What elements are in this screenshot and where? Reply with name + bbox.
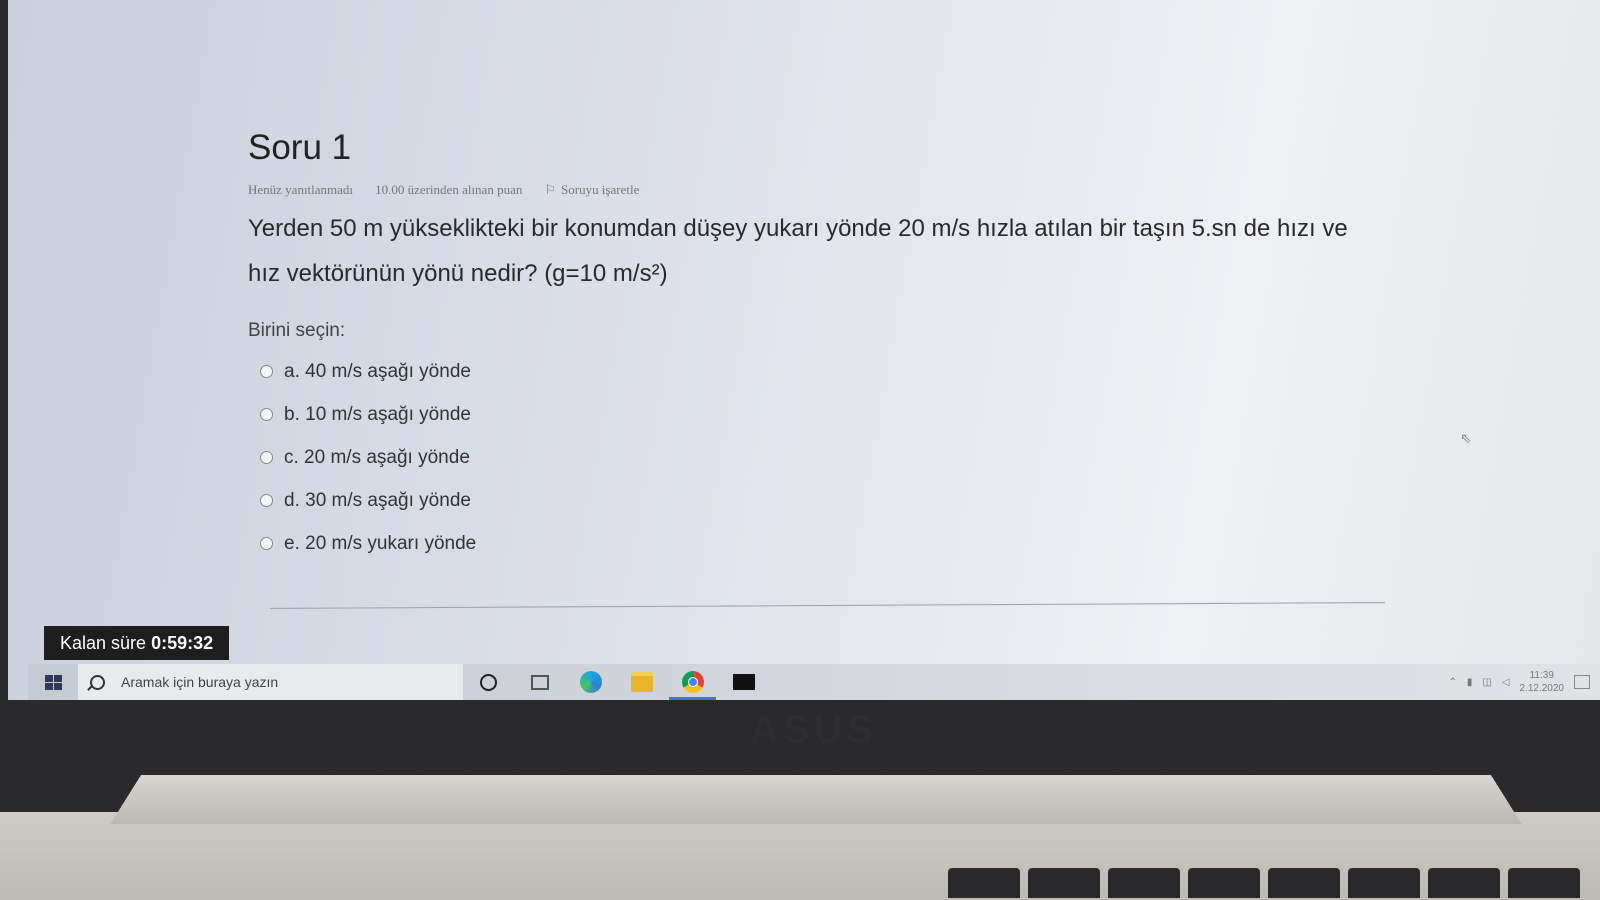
file-explorer-icon: [630, 672, 653, 692]
flag-question-link[interactable]: ⚐ Soruyu işaretle: [544, 182, 639, 198]
quiz-question: Soru 1 Henüz yanıtlanmadı 10.00 üzerinde…: [248, 120, 1388, 565]
choice-prompt: Birini seçin:: [248, 320, 346, 341]
answer-option-b[interactable]: b. 10 m/s aşağı yönde: [260, 393, 1388, 436]
taskbar-clock[interactable]: 11:39 2.12.2020: [1520, 669, 1565, 695]
windows-icon: [44, 674, 62, 690]
radio-button[interactable]: [260, 365, 273, 378]
file-explorer-button[interactable]: [616, 664, 667, 700]
radio-button[interactable]: [260, 451, 273, 464]
cortana-icon: [480, 673, 497, 691]
option-label: a. 40 m/s aşağı yönde: [284, 360, 471, 382]
clock-time: 11:39: [1529, 670, 1554, 681]
answer-status: Henüz yanıtlanmadı: [248, 182, 354, 197]
option-label: d. 30 m/s aşağı yönde: [284, 489, 471, 511]
option-label: e. 20 m/s yukarı yönde: [284, 532, 477, 554]
keyboard-key: [1028, 868, 1100, 898]
keyboard-key: [1268, 868, 1340, 898]
clock-date: 2.12.2020: [1519, 683, 1565, 694]
keyboard-key: [1508, 868, 1580, 898]
notification-icon[interactable]: [1574, 675, 1590, 689]
edge-icon: [579, 671, 602, 693]
answer-options: a. 40 m/s aşağı yönde b. 10 m/s aşağı yö…: [248, 350, 1388, 565]
battery-icon[interactable]: ▮: [1467, 677, 1473, 688]
question-title: Soru 1: [248, 128, 352, 167]
chevron-up-icon[interactable]: ⌃: [1448, 677, 1456, 688]
windows-taskbar: Aramak için buraya yazın ⌃ ▮ ◫ ◁ 11:39 2…: [28, 664, 1600, 700]
start-button[interactable]: [28, 674, 78, 690]
keyboard-key: [1348, 868, 1420, 898]
search-placeholder: Aramak için buraya yazın: [121, 674, 279, 690]
task-view-button[interactable]: [514, 664, 565, 700]
radio-button[interactable]: [260, 408, 273, 421]
system-tray: ⌃ ▮ ◫ ◁ 11:39 2.12.2020: [1448, 669, 1600, 695]
option-label: b. 10 m/s aşağı yönde: [284, 403, 471, 425]
flag-icon: ⚐: [544, 182, 557, 197]
remaining-time-box: Kalan süre 0:59:32: [44, 626, 230, 660]
edge-button[interactable]: [565, 664, 616, 700]
search-icon: [90, 674, 105, 690]
chrome-button[interactable]: [667, 664, 718, 700]
mouse-cursor-icon: ⇖: [1460, 430, 1472, 446]
question-points: 10.00 üzerinden alınan puan: [375, 182, 523, 197]
laptop-screen: Soru 1 Henüz yanıtlanmadı 10.00 üzerinde…: [8, 0, 1600, 700]
keyboard-row: [0, 868, 1600, 900]
taskbar-search[interactable]: Aramak için buraya yazın: [78, 664, 463, 700]
answer-option-d[interactable]: d. 30 m/s aşağı yönde: [260, 479, 1388, 522]
answer-option-a[interactable]: a. 40 m/s aşağı yönde: [260, 350, 1388, 393]
timer-value: 0:59:32: [151, 633, 214, 653]
task-view-icon: [530, 674, 549, 690]
laptop-hinge: [110, 775, 1522, 824]
divider: [270, 602, 1385, 609]
option-label: c. 20 m/s aşağı yönde: [284, 446, 470, 468]
answer-option-c[interactable]: c. 20 m/s aşağı yönde: [260, 436, 1388, 479]
keyboard-key: [1108, 868, 1180, 898]
flag-question-label: Soruyu işaretle: [561, 182, 640, 197]
answer-option-e[interactable]: e. 20 m/s yukarı yönde: [260, 522, 1388, 565]
question-text: Yerden 50 m yükseklikteki bir konumdan d…: [248, 215, 1348, 287]
volume-icon[interactable]: ◁: [1502, 677, 1510, 688]
radio-button[interactable]: [260, 537, 273, 550]
keyboard-key: [1428, 868, 1500, 898]
keyboard-key: [1188, 868, 1260, 898]
timer-label: Kalan süre: [60, 633, 152, 653]
radio-button[interactable]: [260, 494, 273, 507]
keyboard-key: [948, 868, 1020, 898]
cortana-button[interactable]: [463, 664, 514, 700]
terminal-button[interactable]: [718, 664, 769, 700]
network-icon[interactable]: ◫: [1482, 677, 1491, 688]
question-info: Henüz yanıtlanmadı 10.00 üzerinden alına…: [248, 182, 1388, 198]
brand-logo: ASUS: [750, 708, 878, 752]
terminal-icon: [732, 674, 755, 690]
chrome-icon: [681, 671, 704, 693]
